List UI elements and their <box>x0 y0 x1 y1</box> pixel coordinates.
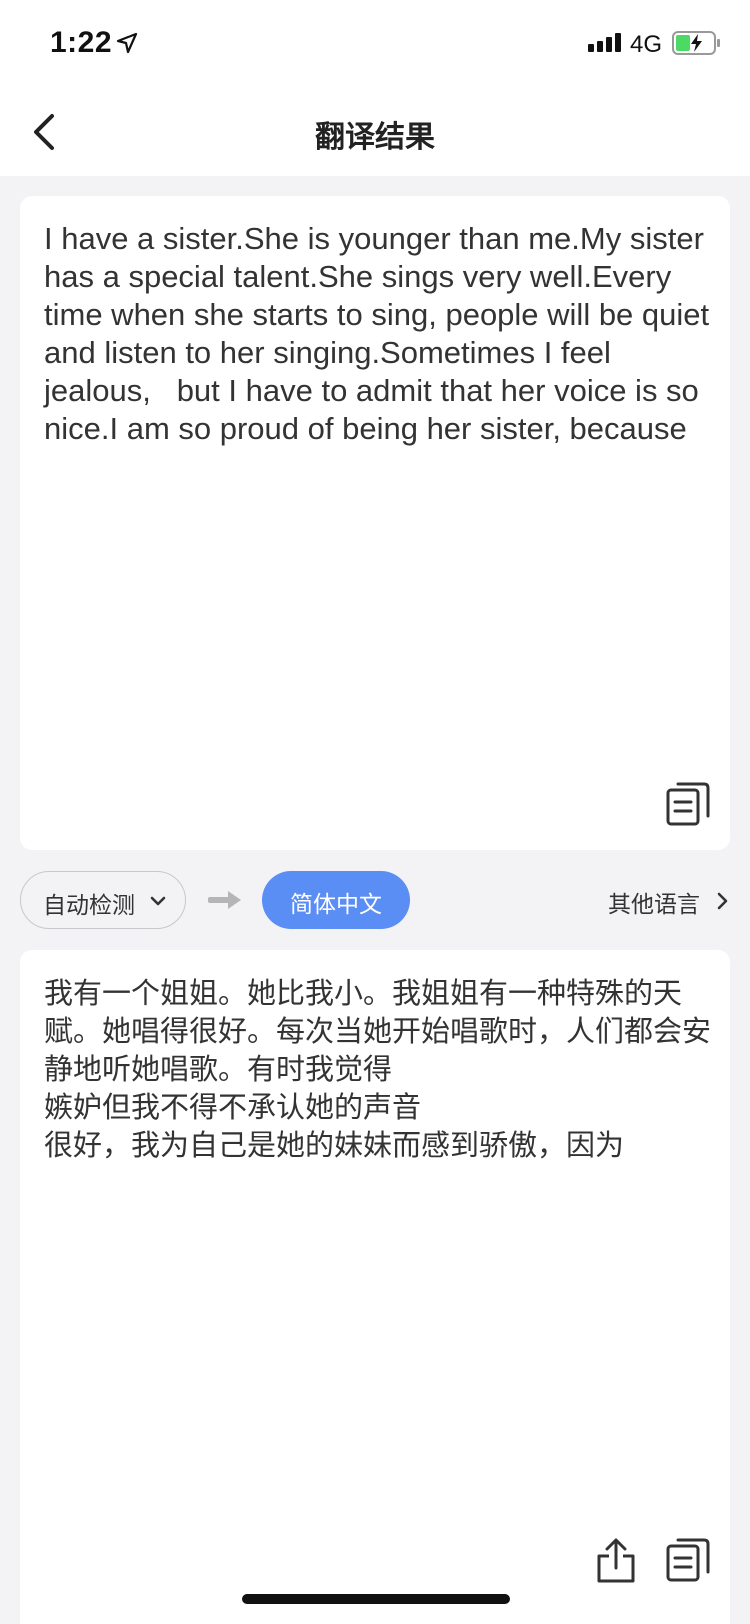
chevron-right-icon[interactable] <box>716 892 730 910</box>
source-text-card: I have a sister.She is younger than me.M… <box>20 196 730 850</box>
status-time: 1:22 <box>50 26 113 59</box>
arrow-right-icon <box>208 891 241 909</box>
chevron-down-icon <box>150 896 166 906</box>
translation-card: 我有一个姐姐。她比我小。我姐姐有一种特殊的天赋。她唱得很好。每次当她开始唱歌时，… <box>20 950 730 1624</box>
signal-bars-icon <box>588 33 621 52</box>
copy-icon[interactable] <box>666 1536 712 1582</box>
page-title: 翻译结果 <box>315 120 435 155</box>
location-arrow-icon <box>116 32 138 54</box>
status-bar: 1:22 4G <box>0 0 750 88</box>
battery-charging-icon <box>672 31 720 55</box>
target-language-label: 简体中文 <box>290 892 382 918</box>
source-language-selector[interactable]: 自动检测 <box>20 871 186 929</box>
home-indicator[interactable] <box>242 1594 510 1604</box>
target-language-selector[interactable]: 简体中文 <box>262 871 410 929</box>
share-icon[interactable] <box>594 1538 640 1584</box>
copy-icon[interactable] <box>666 780 712 826</box>
language-bar: 自动检测 简体中文 其他语言 <box>0 868 750 934</box>
source-text[interactable]: I have a sister.She is younger than me.M… <box>44 220 712 448</box>
network-type: 4G <box>630 31 663 58</box>
other-languages-link[interactable]: 其他语言 <box>608 885 700 919</box>
nav-bar: 翻译结果 <box>0 88 750 176</box>
translation-text[interactable]: 我有一个姐姐。她比我小。我姐姐有一种特殊的天赋。她唱得很好。每次当她开始唱歌时，… <box>44 974 720 1164</box>
source-language-label: 自动检测 <box>43 893 135 919</box>
